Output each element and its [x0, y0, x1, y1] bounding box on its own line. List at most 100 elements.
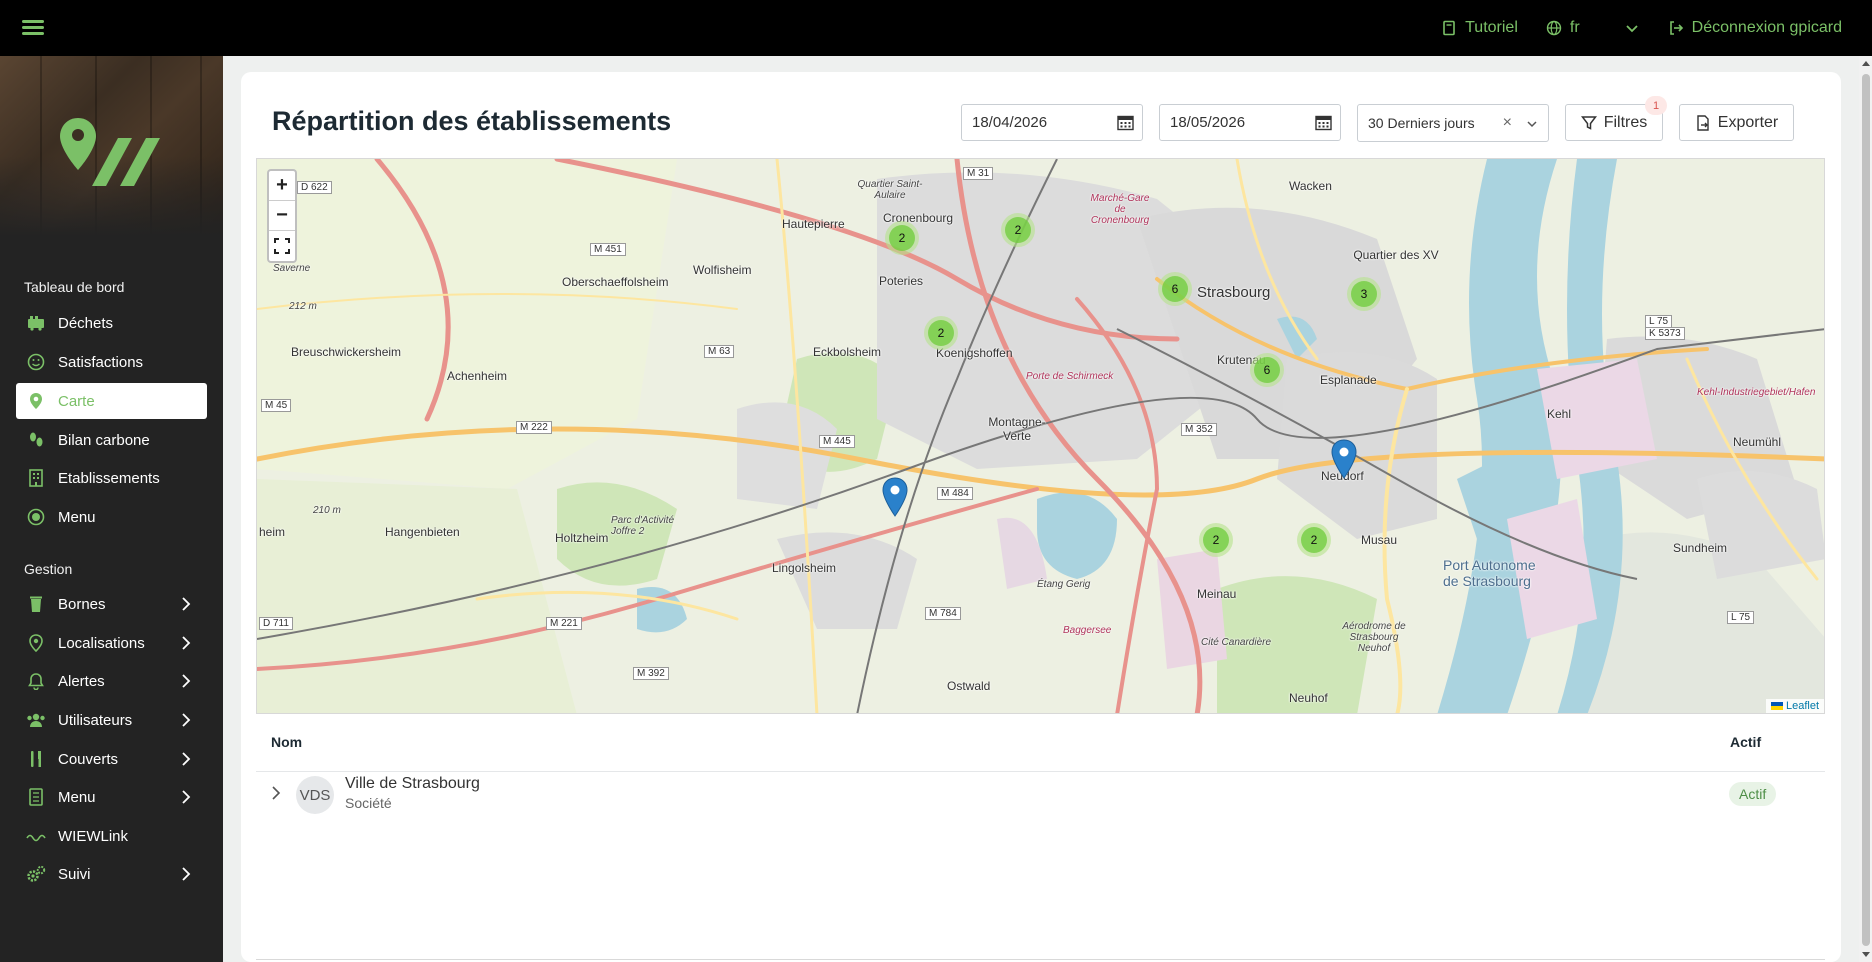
- map-zoom-controls: + −: [267, 169, 297, 263]
- truck-icon: [26, 313, 46, 333]
- clear-icon[interactable]: ×: [1503, 114, 1512, 132]
- map-cluster-marker[interactable]: 2: [1001, 213, 1035, 247]
- sidebar-item-dechets[interactable]: Déchets: [16, 305, 207, 341]
- sidebar-item-couverts[interactable]: Couverts: [16, 741, 207, 777]
- logout-label: Déconnexion gpicard: [1691, 19, 1842, 36]
- export-button[interactable]: Exporter: [1679, 104, 1794, 141]
- period-select[interactable]: 30 Derniers jours ×: [1357, 104, 1549, 142]
- cluster-count: 2: [1005, 217, 1031, 243]
- calendar-icon[interactable]: [1315, 114, 1332, 131]
- brand-logo-icon: [60, 118, 160, 186]
- sidebar-item-utilisateurs[interactable]: Utilisateurs: [16, 702, 207, 738]
- map-label: Hautepierre: [782, 217, 845, 231]
- road-label: M 445: [819, 435, 855, 448]
- tutorial-link[interactable]: Tutoriel: [1441, 19, 1518, 37]
- date-to-field[interactable]: 18/05/2026: [1159, 104, 1341, 141]
- sidebar-item-menu-gestion[interactable]: Menu: [16, 779, 207, 815]
- sidebar-item-alertes[interactable]: Alertes: [16, 663, 207, 699]
- map-label: Hangenbieten: [385, 525, 460, 539]
- avatar: VDS: [296, 776, 334, 814]
- tutorial-label: Tutoriel: [1465, 19, 1518, 36]
- road-label: M 352: [1181, 423, 1217, 436]
- map-cluster-marker[interactable]: 6: [1250, 353, 1284, 387]
- map-label: Achenheim: [447, 369, 508, 383]
- cluster-count: 2: [889, 225, 915, 251]
- map-label: Eckbolsheim: [813, 345, 882, 359]
- map-pin-marker[interactable]: [882, 477, 908, 517]
- sidebar-item-carte[interactable]: Carte: [16, 383, 207, 419]
- calendar-icon[interactable]: [1117, 114, 1134, 131]
- plate-icon: [26, 507, 46, 527]
- sidebar-item-satisfactions[interactable]: Satisfactions: [16, 344, 207, 380]
- map-label: 210 m: [313, 505, 341, 516]
- sidebar-item-bornes[interactable]: Bornes: [16, 586, 207, 622]
- road-label: D 711: [259, 617, 293, 630]
- sidebar-item-label: Alertes: [58, 672, 105, 690]
- signal-icon: [26, 826, 46, 846]
- language-selector[interactable]: fr: [1546, 19, 1640, 37]
- map-view[interactable]: Wacken Hautepierre Cronenbourg Strasbour…: [256, 158, 1825, 714]
- map-cluster-marker[interactable]: 2: [885, 221, 919, 255]
- sidebar-item-menu[interactable]: Menu: [16, 499, 207, 535]
- map-label: Musau: [1361, 533, 1398, 547]
- status-badge: Actif: [1729, 782, 1777, 806]
- zoom-in-button[interactable]: +: [269, 171, 295, 201]
- cluster-count: 2: [928, 320, 954, 346]
- users-icon: [26, 710, 46, 730]
- map-cluster-marker[interactable]: 6: [1158, 272, 1192, 306]
- map-attribution-link[interactable]: Leaflet: [1765, 699, 1824, 713]
- fullscreen-button[interactable]: [269, 231, 295, 261]
- cluster-count: 6: [1254, 357, 1280, 383]
- map-label: Sundheim: [1673, 541, 1728, 555]
- row-expand-chevron-icon[interactable]: [268, 785, 284, 801]
- map-label: Lingolsheim: [772, 561, 837, 575]
- column-header-name[interactable]: Nom: [271, 734, 302, 750]
- sidebar-item-suivi[interactable]: Suivi: [16, 856, 207, 892]
- chevron-right-icon: [182, 597, 191, 611]
- scroll-up-arrow-icon[interactable]: [1862, 61, 1870, 66]
- map-cluster-marker[interactable]: 2: [924, 316, 958, 350]
- map-label: Baggersee: [1063, 625, 1112, 636]
- sidebar-item-localisations[interactable]: Localisations: [16, 625, 207, 661]
- wood-plank-line: [40, 56, 42, 236]
- map-pin-icon: [26, 633, 46, 653]
- cluster-count: 2: [1301, 527, 1327, 553]
- scroll-thumb[interactable]: [1862, 74, 1870, 946]
- export-label: Exporter: [1717, 113, 1779, 131]
- date-from-field[interactable]: 18/04/2026: [961, 104, 1143, 141]
- map-label: de Strasbourg: [1443, 573, 1531, 589]
- map-pin-marker[interactable]: [1331, 439, 1357, 479]
- page-title: Répartition des établissements: [272, 106, 672, 136]
- sidebar-item-label: Suivi: [58, 865, 91, 883]
- sidebar-item-label: WIEWLink: [58, 827, 129, 845]
- map-cluster-marker[interactable]: 2: [1199, 523, 1233, 557]
- sidebar-item-label: Déchets: [58, 314, 114, 332]
- map-cluster-marker[interactable]: 3: [1347, 277, 1381, 311]
- road-label: M 222: [516, 421, 552, 434]
- column-header-active[interactable]: Actif: [1730, 734, 1761, 750]
- map-label: Esplanade: [1320, 373, 1377, 387]
- cluster-count: 6: [1162, 276, 1188, 302]
- zoom-out-button[interactable]: −: [269, 201, 295, 231]
- chevron-right-icon: [182, 674, 191, 688]
- ukraine-flag-icon: [1770, 702, 1783, 711]
- table-divider: [256, 771, 1825, 772]
- map-cluster-marker[interactable]: 2: [1297, 523, 1331, 557]
- sidebar-item-etablissements[interactable]: Etablissements: [16, 460, 207, 496]
- page-scrollbar[interactable]: [1859, 56, 1872, 962]
- logout-link[interactable]: Déconnexion gpicard: [1668, 19, 1842, 37]
- filters-label: Filtres: [1603, 113, 1648, 131]
- row-name[interactable]: Ville de Strasbourg: [345, 775, 480, 793]
- period-select-value: 30 Derniers jours: [1368, 115, 1475, 131]
- map-label: Parc d'Activité Joffre 2: [611, 515, 675, 537]
- sidebar-item-bilan-carbone[interactable]: Bilan carbone: [16, 422, 207, 458]
- sidebar-item-label: Bilan carbone: [58, 431, 150, 449]
- map-pin-icon: [26, 391, 46, 411]
- sidebar-item-wiewlink[interactable]: WIEWLink: [16, 818, 207, 854]
- map-label: Neuhof: [1289, 691, 1328, 705]
- dashboard-section-title: Tableau de bord: [24, 279, 125, 295]
- scroll-down-arrow-icon[interactable]: [1862, 952, 1870, 957]
- road-label: M 784: [925, 607, 961, 620]
- hamburger-menu-icon[interactable]: [22, 18, 44, 38]
- sidebar-item-label: Satisfactions: [58, 353, 144, 371]
